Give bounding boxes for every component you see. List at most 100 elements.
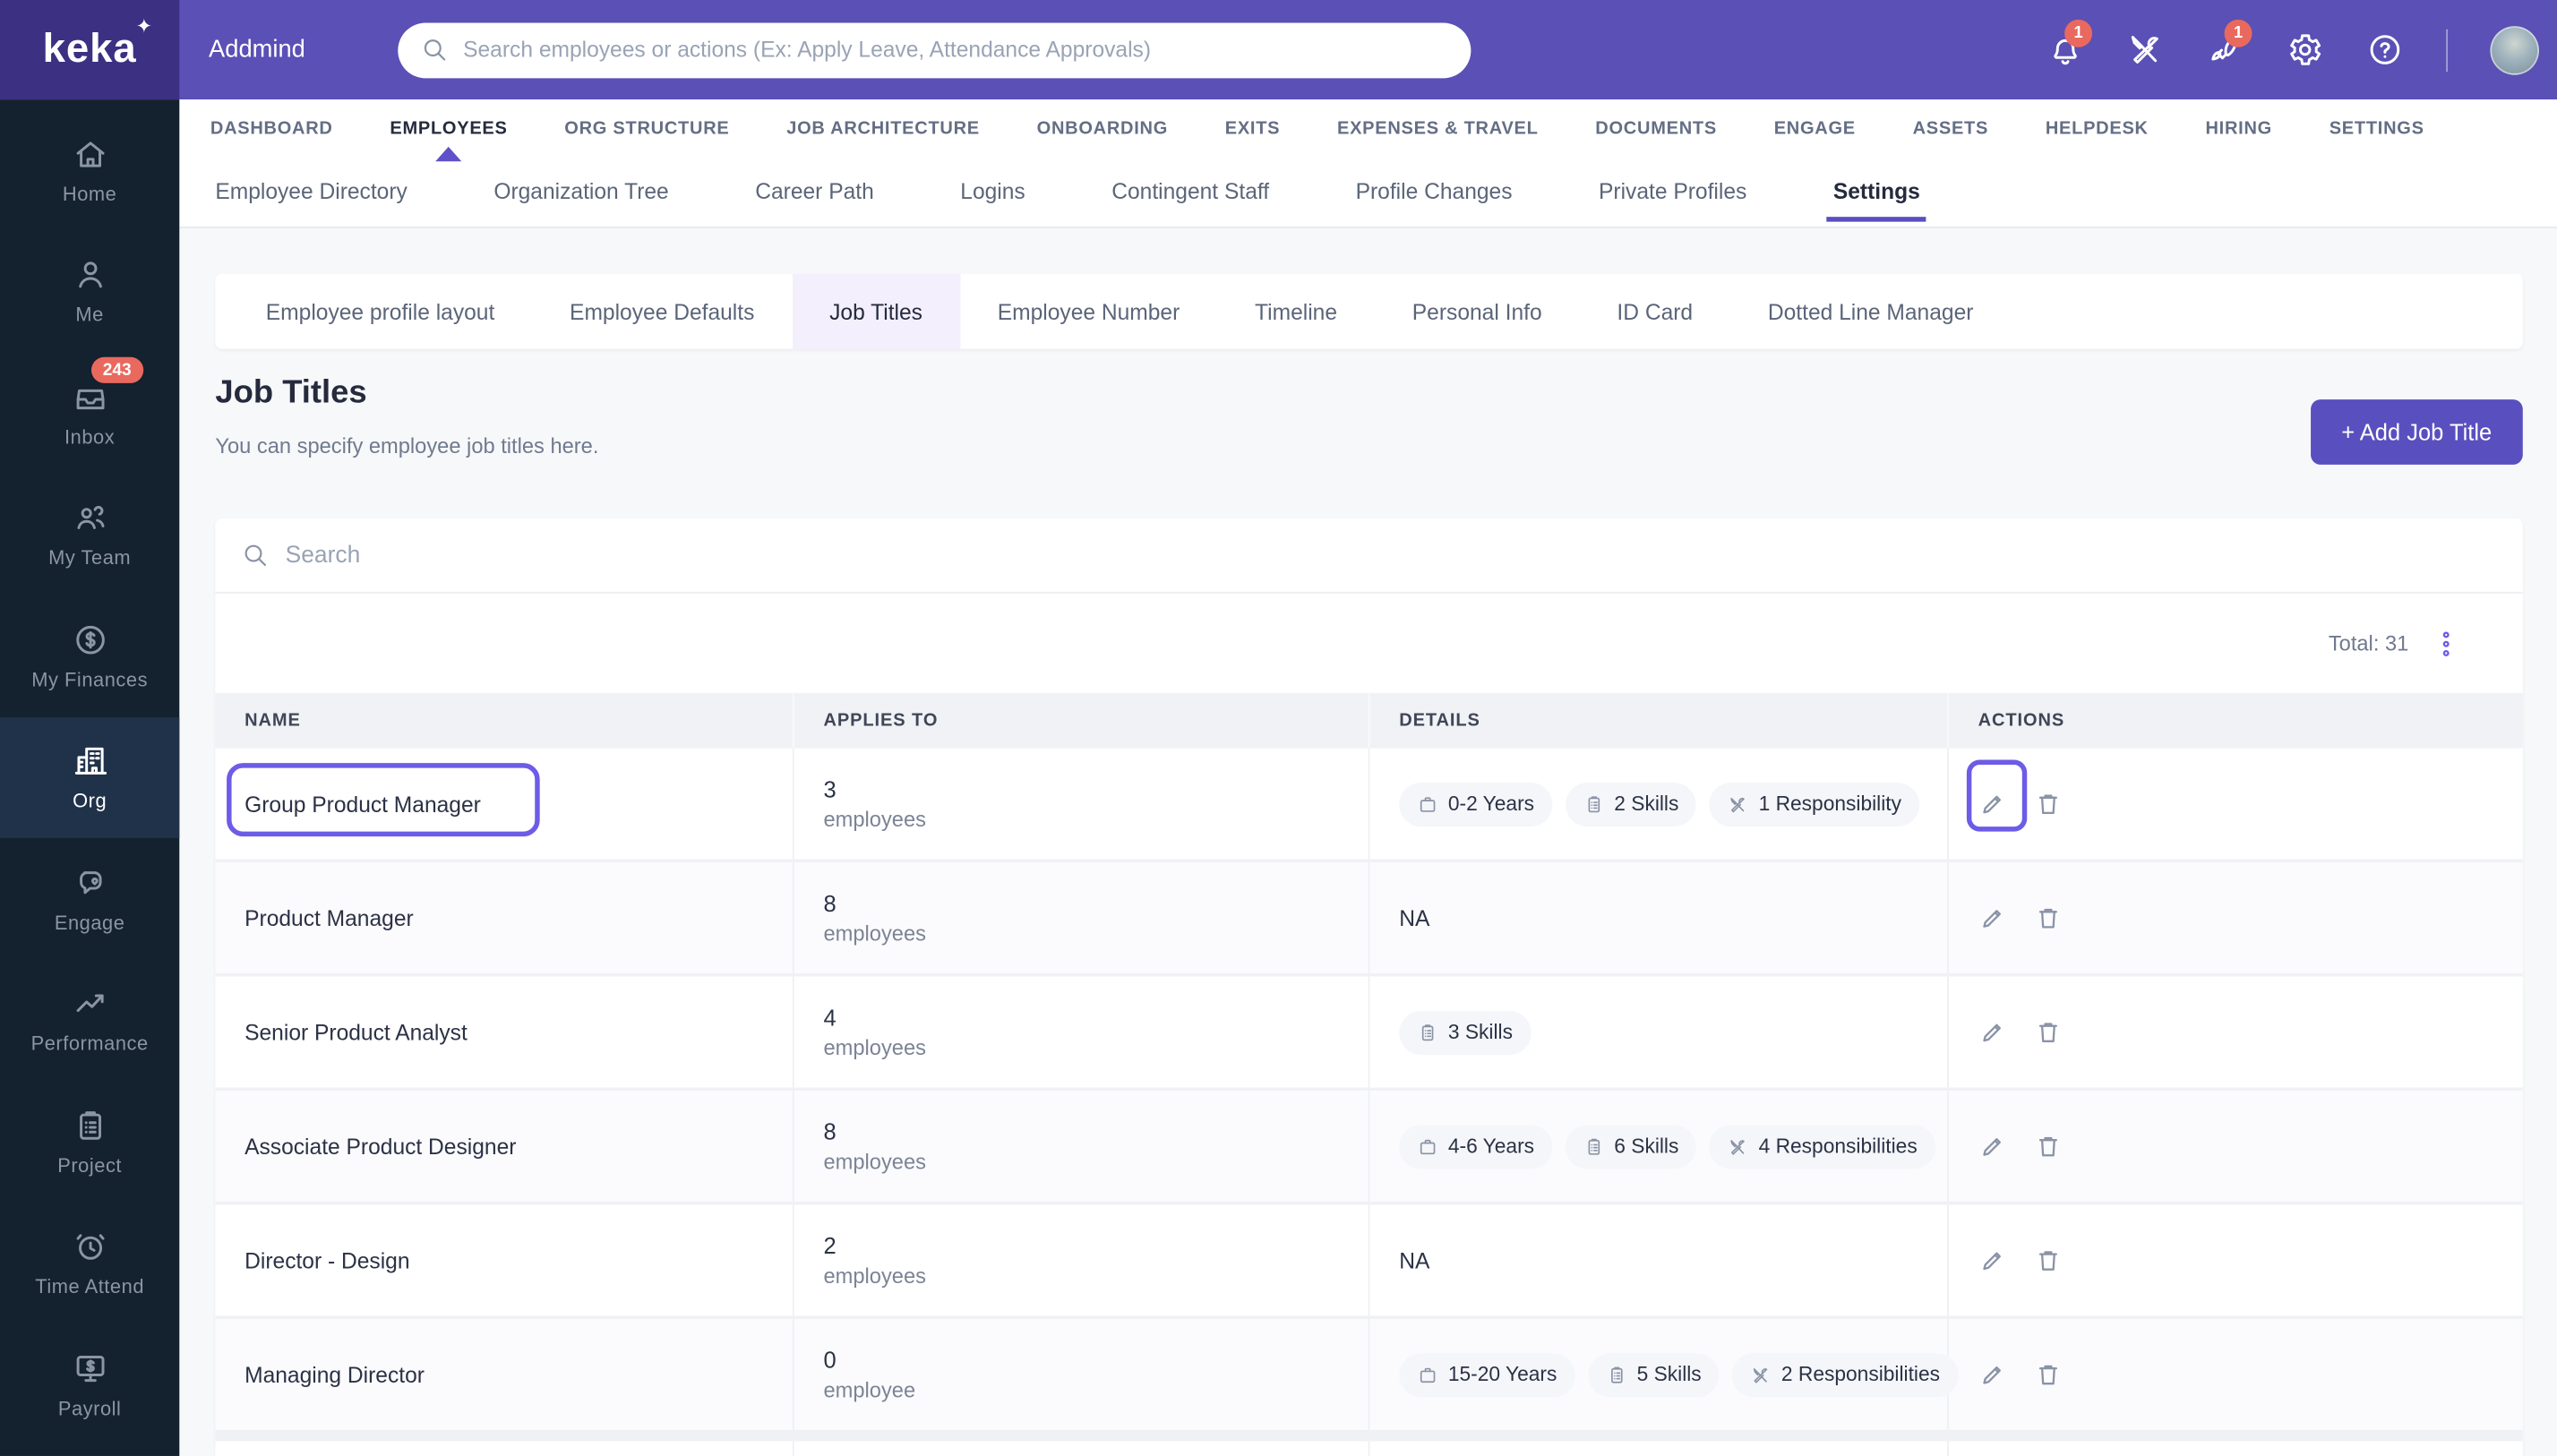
main-nav-onboarding[interactable]: ONBOARDING — [1037, 118, 1168, 138]
tab-personal-info[interactable]: Personal Info — [1375, 274, 1580, 349]
detail-badge-label: 1 Responsibility — [1758, 792, 1901, 816]
sidebar-item-time-attend[interactable]: Time Attend — [0, 1203, 179, 1324]
actions-cell — [1949, 1205, 2523, 1316]
header-divider — [2446, 28, 2449, 72]
sidebar-item-inbox[interactable]: 243 Inbox — [0, 352, 179, 474]
main-nav-expenses-travel[interactable]: EXPENSES & TRAVEL — [1337, 118, 1539, 138]
sub-nav-private-profiles[interactable]: Private Profiles — [1599, 157, 1746, 227]
page-subtitle: You can specify employee job titles here… — [215, 433, 599, 458]
logo-container[interactable]: keka ✦ — [0, 0, 180, 100]
table-row: Product Manager 8 employees NA — [215, 862, 2523, 977]
actions-cell — [1949, 749, 2523, 860]
details-cell: 15-20 Years 5 Skills 2 Responsibilities — [1369, 1319, 1959, 1430]
main-nav-helpdesk[interactable]: HELPDESK — [2046, 118, 2149, 138]
delete-icon[interactable] — [2034, 904, 2064, 933]
detail-badge-label: 2 Responsibilities — [1780, 1363, 1941, 1386]
finances-icon — [71, 621, 108, 658]
sub-nav-contingent-staff[interactable]: Contingent Staff — [1111, 157, 1269, 227]
global-search[interactable] — [398, 21, 1472, 78]
delete-icon[interactable] — [2034, 1360, 2064, 1390]
home-icon — [71, 135, 108, 173]
job-title-text: Director - Design — [245, 1247, 410, 1273]
sidebar-item-org[interactable]: Org — [0, 716, 180, 838]
time-icon — [71, 1229, 108, 1266]
sub-nav-career-path[interactable]: Career Path — [755, 157, 874, 227]
company-name: Addmind — [209, 36, 305, 64]
sidebar-item-label: Project — [57, 1153, 123, 1178]
job-title-text: Senior Product Analyst — [245, 1019, 468, 1045]
table-header: NAME APPLIES TO DETAILS ACTIONS — [215, 692, 2523, 749]
edit-icon[interactable] — [1978, 904, 2008, 933]
settings-gear-icon[interactable] — [2287, 31, 2324, 69]
notifications-bell-icon[interactable]: 1 — [2046, 19, 2093, 69]
main-nav-org-structure[interactable]: ORG STRUCTURE — [564, 118, 729, 138]
table-search[interactable] — [215, 518, 2523, 594]
responsibility-icon — [1750, 1364, 1772, 1385]
tab-job-titles[interactable]: Job Titles — [792, 273, 960, 349]
user-avatar[interactable] — [2490, 25, 2539, 74]
more-options-icon[interactable] — [2432, 629, 2461, 658]
tab-timeline[interactable]: Timeline — [1217, 274, 1375, 349]
edit-icon[interactable] — [1978, 1360, 2008, 1390]
job-title-text: Managing Director — [245, 1362, 425, 1387]
job-title-name: Managing Director — [215, 1319, 794, 1430]
sidebar-item-project[interactable]: Project — [0, 1081, 179, 1203]
tools-icon[interactable] — [2126, 31, 2164, 69]
main-nav-job-architecture[interactable]: JOB ARCHITECTURE — [786, 118, 980, 138]
applies-to-cell: 3 employees — [794, 748, 1370, 860]
sidebar-item-performance[interactable]: Performance — [0, 960, 179, 1082]
job-title-text: Group Product Manager — [245, 791, 481, 817]
tab-employee-defaults[interactable]: Employee Defaults — [532, 274, 792, 349]
add-job-title-button[interactable]: + Add Job Title — [2310, 399, 2523, 465]
main-nav-settings[interactable]: SETTINGS — [2330, 118, 2424, 138]
sidebar-item-label: Time Attend — [35, 1275, 145, 1298]
tab-employee-profile-layout[interactable]: Employee profile layout — [228, 274, 532, 349]
global-search-input[interactable] — [463, 37, 1448, 63]
sub-nav-employee-directory[interactable]: Employee Directory — [215, 157, 407, 227]
employee-unit: employees — [823, 807, 926, 832]
sidebar-item-engage[interactable]: Engage — [0, 838, 179, 960]
sidebar-item-my-finances[interactable]: My Finances — [0, 595, 179, 717]
actions-cell — [1949, 1319, 2523, 1430]
main-nav-hiring[interactable]: HIRING — [2205, 118, 2271, 138]
sidebar-item-my-team[interactable]: My Team — [0, 474, 179, 595]
detail-badge-3-skills: 3 Skills — [1399, 1009, 1531, 1055]
edit-icon[interactable] — [1978, 1132, 2008, 1161]
main-nav-engage[interactable]: ENGAGE — [1774, 118, 1856, 138]
help-icon[interactable] — [2366, 31, 2404, 69]
sidebar-item-home[interactable]: Home — [0, 109, 179, 231]
job-title-name: Group Product Manager — [215, 748, 794, 860]
employee-count: 2 — [823, 1232, 837, 1259]
sub-nav-logins[interactable]: Logins — [960, 157, 1025, 227]
main-nav-exits[interactable]: EXITS — [1225, 118, 1281, 138]
job-title-name: Director - Design — [215, 1204, 794, 1316]
sub-nav-profile-changes[interactable]: Profile Changes — [1356, 157, 1513, 227]
sidebar-item-me[interactable]: Me — [0, 231, 179, 353]
main-nav-documents[interactable]: DOCUMENTS — [1595, 118, 1717, 138]
delete-icon[interactable] — [2034, 1246, 2064, 1275]
whats-new-rocket-icon[interactable]: 1 — [2207, 19, 2252, 69]
delete-icon[interactable] — [2034, 1017, 2064, 1047]
edit-icon[interactable] — [1978, 1246, 2008, 1275]
table-search-input[interactable] — [285, 542, 2497, 569]
actions-cell — [1949, 977, 2523, 1088]
edit-icon[interactable] — [1978, 1017, 2008, 1047]
sidebar-item-payroll[interactable]: Payroll — [0, 1323, 179, 1445]
main-nav-employees[interactable]: EMPLOYEES — [390, 118, 507, 138]
person-icon — [71, 256, 108, 294]
delete-icon[interactable] — [2034, 789, 2064, 818]
tab-id-card[interactable]: ID Card — [1580, 274, 1730, 349]
employee-count: 8 — [823, 1118, 837, 1145]
skills-icon — [1583, 1135, 1605, 1157]
sub-nav-organization-tree[interactable]: Organization Tree — [493, 157, 668, 227]
tab-dotted-line-manager[interactable]: Dotted Line Manager — [1730, 274, 2011, 349]
detail-badge-label: 4-6 Years — [1447, 1135, 1535, 1158]
column-header-applies-to: APPLIES TO — [794, 692, 1370, 749]
edit-icon[interactable] — [1978, 789, 2008, 818]
sub-nav-settings[interactable]: Settings — [1826, 157, 1927, 227]
tab-employee-number[interactable]: Employee Number — [960, 274, 1217, 349]
details-cell: 4-6 Years 6 Skills 4 Responsibilities — [1369, 1091, 1949, 1202]
delete-icon[interactable] — [2034, 1132, 2064, 1161]
main-nav-dashboard[interactable]: DASHBOARD — [210, 118, 333, 138]
main-nav-assets[interactable]: ASSETS — [1913, 118, 1989, 138]
